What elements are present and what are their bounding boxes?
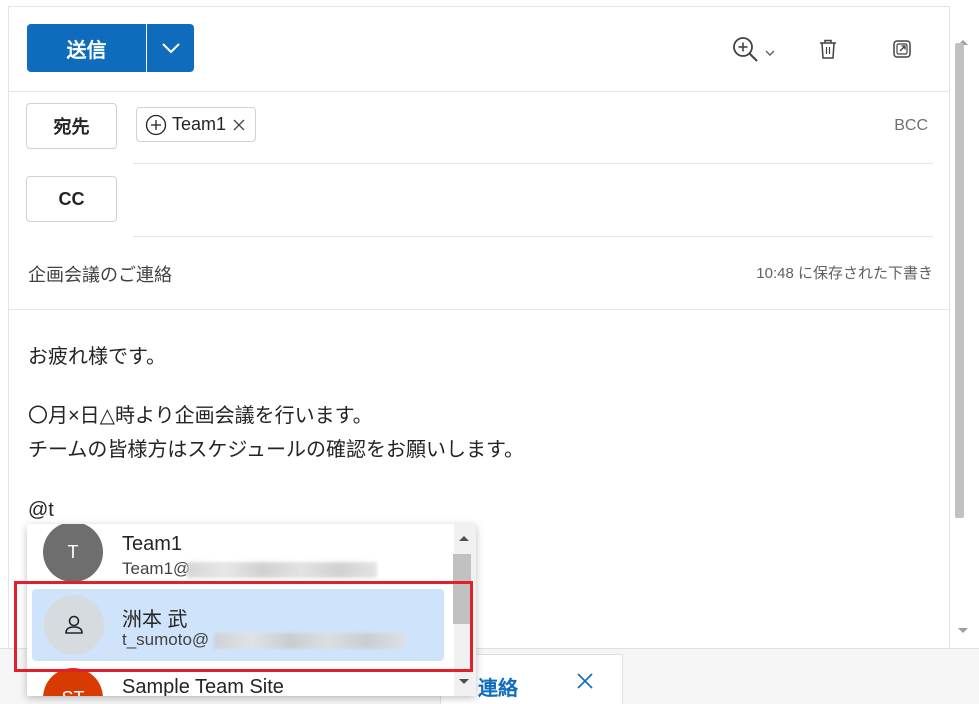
subject-field[interactable]: 企画会議のご連絡: [28, 261, 172, 287]
divider: [9, 309, 949, 310]
close-icon[interactable]: [231, 117, 247, 133]
divider: [133, 236, 933, 237]
cc-button[interactable]: CC: [26, 176, 117, 222]
avatar: T: [43, 524, 103, 582]
bcc-button[interactable]: BCC: [894, 117, 928, 135]
divider: [133, 163, 933, 164]
divider: [9, 91, 949, 92]
recipient-chip[interactable]: Team1: [136, 107, 257, 142]
trash-icon: [820, 39, 836, 59]
draft-tab-label[interactable]: 連絡: [478, 672, 518, 701]
discard-button[interactable]: [817, 36, 839, 62]
add-circle-icon[interactable]: [145, 114, 167, 136]
chevron-down-icon: [161, 43, 180, 54]
redacted-email: [187, 562, 377, 578]
scroll-up-icon[interactable]: [458, 534, 470, 542]
popout-button[interactable]: [891, 37, 913, 61]
avatar: ST: [43, 668, 103, 696]
mention-input-text[interactable]: @t: [28, 499, 54, 522]
zoom-in-icon: [733, 37, 775, 62]
scrollbar-thumb[interactable]: [955, 43, 964, 518]
zoom-button[interactable]: [731, 35, 781, 65]
send-options-button[interactable]: [147, 24, 194, 72]
body-text-line[interactable]: お疲れ様です。: [28, 340, 166, 369]
body-text-line[interactable]: チームの皆様方はスケジュールの確認をお願いします。: [28, 433, 524, 462]
draft-saved-status: 10:48 に保存された下書き: [756, 265, 933, 282]
scroll-down-icon[interactable]: [458, 678, 470, 686]
suggestion-email: Team1@: [122, 559, 191, 578]
popout-icon: [893, 40, 911, 58]
selection-highlight-box: [14, 581, 473, 672]
to-button[interactable]: 宛先: [26, 103, 117, 149]
recipient-chip-label: Team1: [172, 114, 227, 134]
suggestion-name: Sample Team Site: [122, 676, 284, 696]
scroll-down-icon[interactable]: [957, 627, 969, 635]
body-text-line[interactable]: 〇月×日△時より企画会議を行います。: [28, 399, 373, 428]
draft-tab-close[interactable]: [574, 670, 596, 697]
send-button[interactable]: 送信: [27, 24, 146, 72]
suggestion-name: Team1: [122, 533, 183, 555]
close-icon: [577, 673, 593, 689]
